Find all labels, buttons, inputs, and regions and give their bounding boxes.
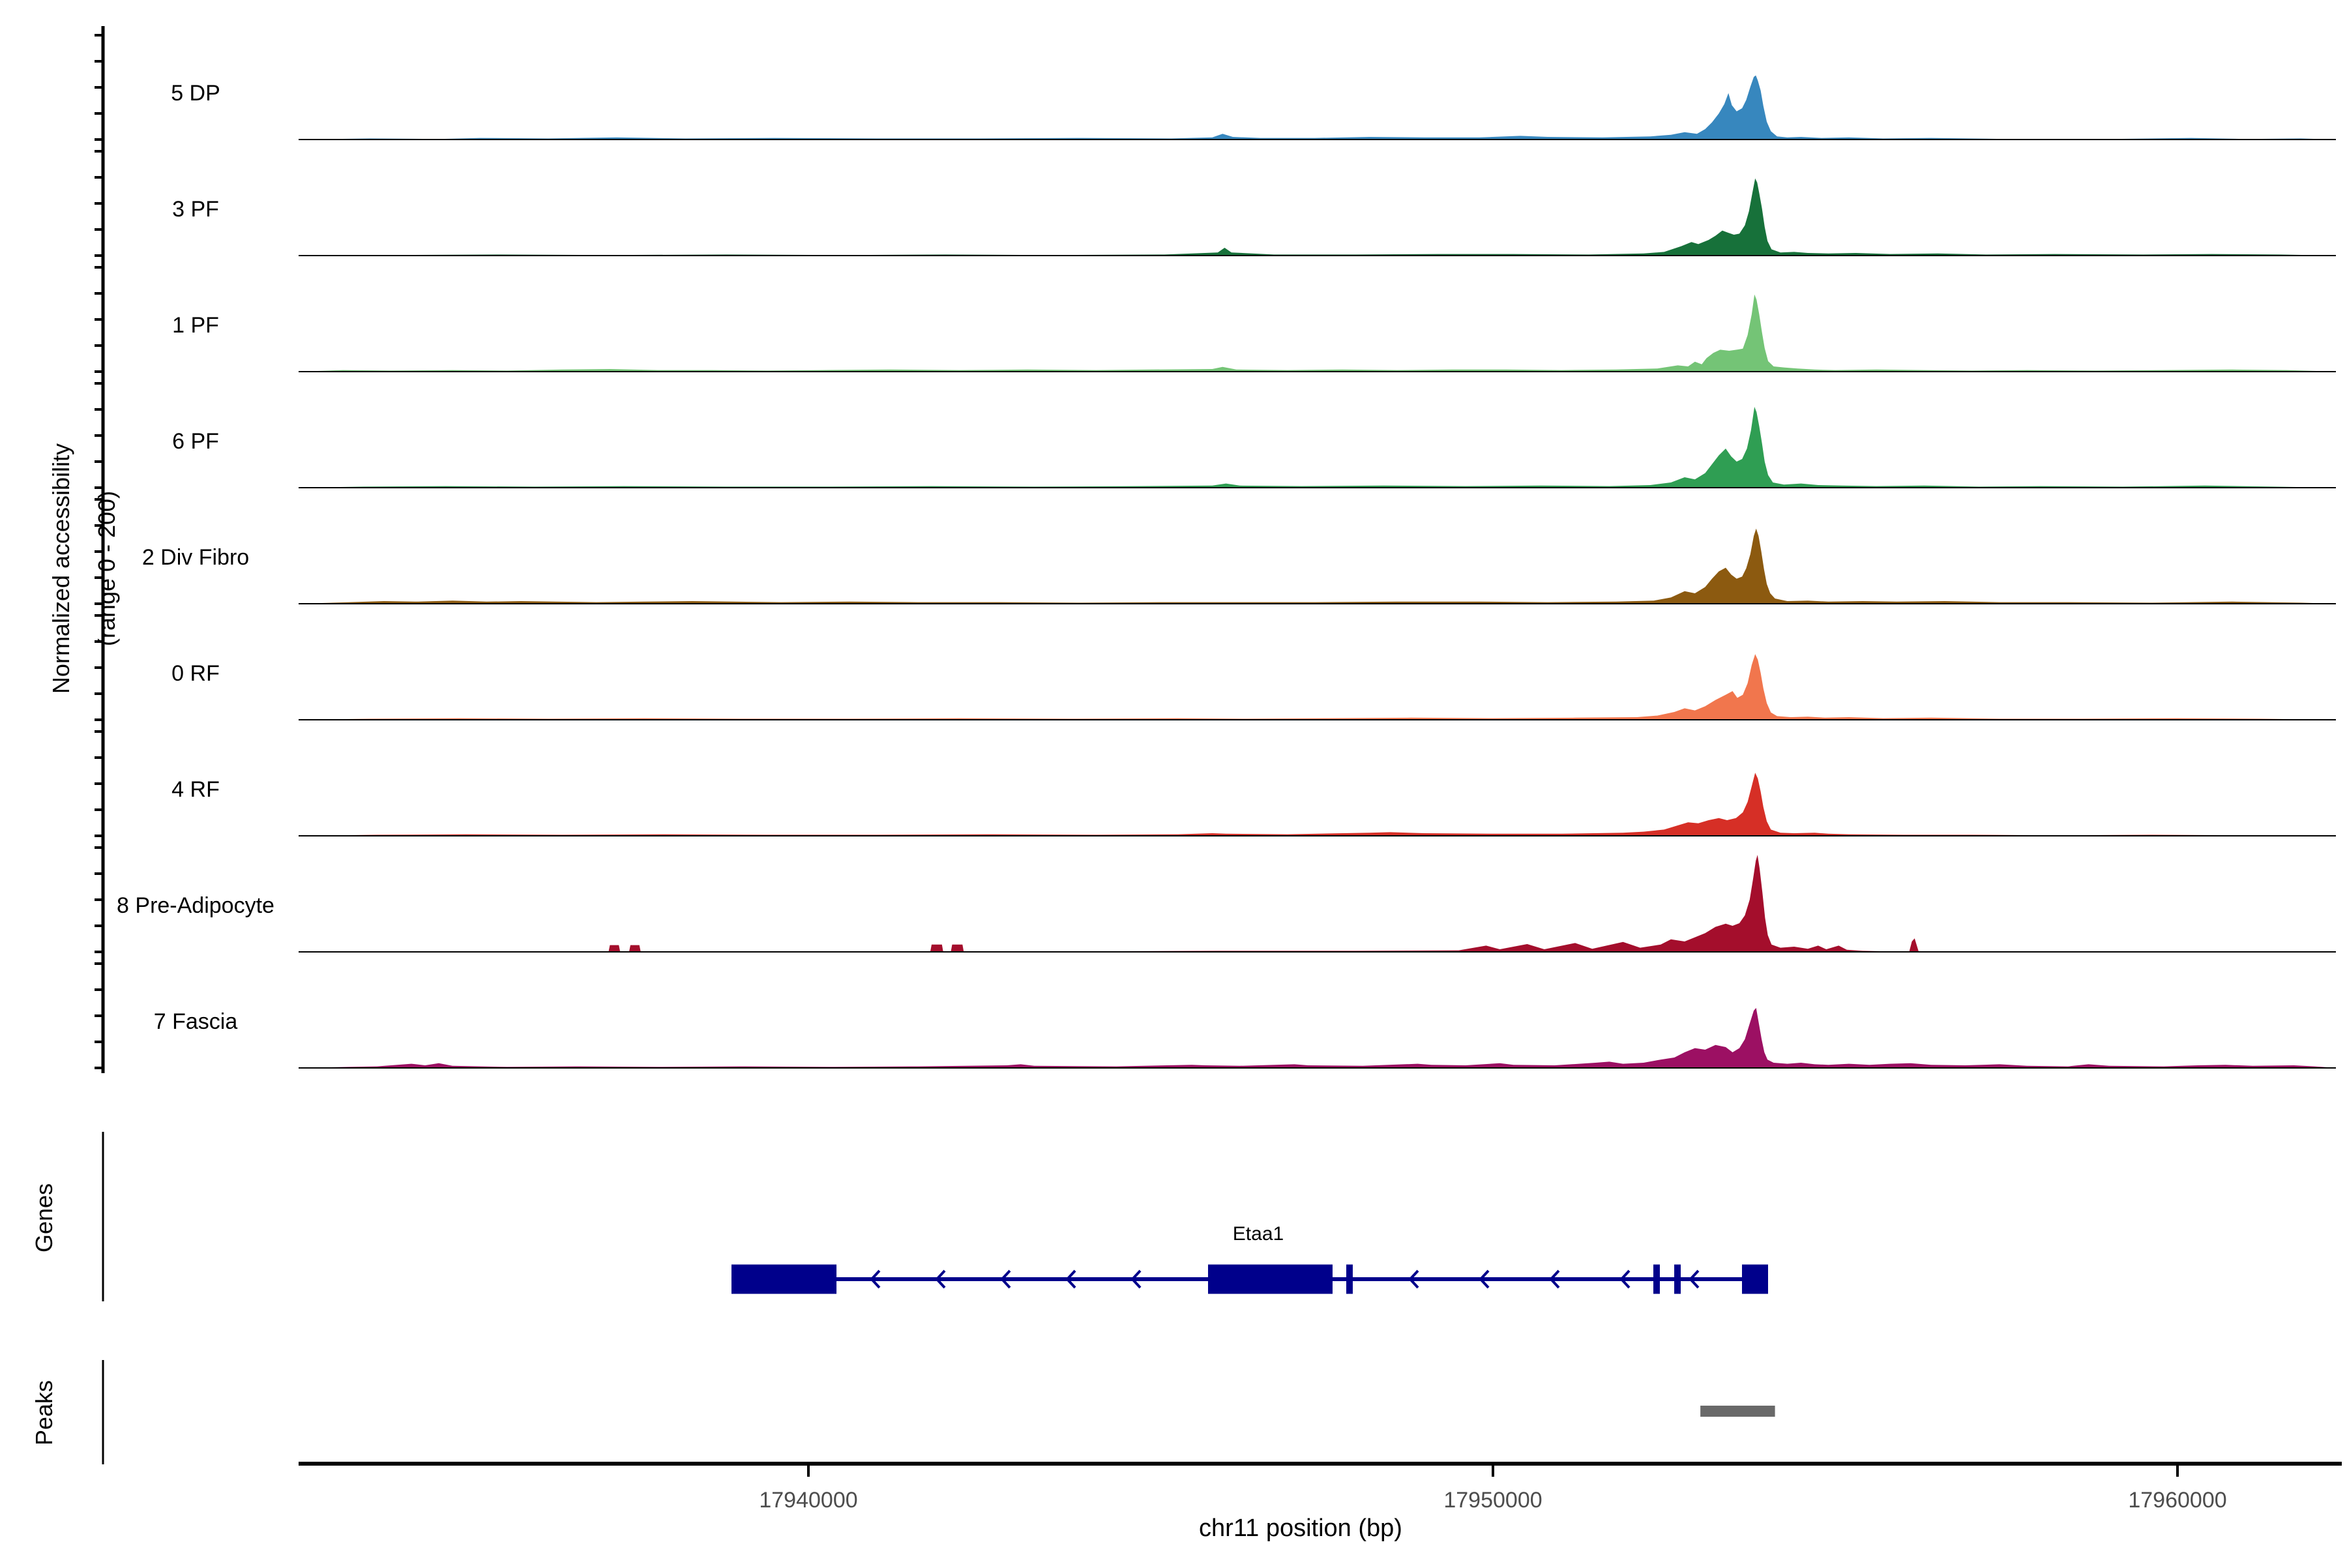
genes-section-label: Genes [31, 1183, 57, 1252]
gene-exon-tick [1674, 1265, 1681, 1294]
coverage-plot-figure: 5 DP 3 PF 1 PF 6 PF 2 Div Fibro 0 RF 4 RF 8 Pre… [0, 0, 2347, 1565]
x-axis-title: chr11 position (bp) [1199, 1515, 1402, 1542]
gene-exon-box [1742, 1265, 1768, 1294]
track-label: 0 RF [171, 661, 220, 686]
gene-exon-box [731, 1265, 836, 1294]
x-axis-tick-label: 17950000 [1443, 1488, 1542, 1513]
gene-name-label: Etaa1 [1233, 1223, 1284, 1245]
gene-exon-tick [1653, 1265, 1660, 1294]
peaks-section-label: Peaks [31, 1380, 57, 1445]
gene-exon-tick [1346, 1265, 1353, 1294]
track-label: 1 PF [172, 313, 219, 338]
track-label: 7 Fascia [154, 1009, 238, 1034]
x-axis-tick-label: 17960000 [2128, 1488, 2226, 1513]
plot-background [0, 0, 2347, 1565]
track-label: 4 RF [171, 777, 220, 802]
track-label: 2 Div Fibro [142, 545, 249, 570]
y-axis-label-line2: (range 0 - 200) [93, 491, 120, 646]
x-axis-tick-label: 17940000 [759, 1488, 857, 1513]
track-label: 8 Pre-Adipocyte [117, 893, 274, 918]
track-label: 5 DP [171, 81, 220, 106]
genome-coverage-svg: 5 DP 3 PF 1 PF 6 PF 2 Div Fibro 0 RF 4 RF 8 Pre… [0, 0, 2347, 1565]
track-label: 6 PF [172, 429, 219, 454]
y-axis-label-line1: Normalized accessibility [48, 443, 74, 694]
track-label: 3 PF [172, 197, 219, 222]
gene-exon-box [1208, 1265, 1333, 1294]
peak-region-bar [1700, 1406, 1775, 1417]
